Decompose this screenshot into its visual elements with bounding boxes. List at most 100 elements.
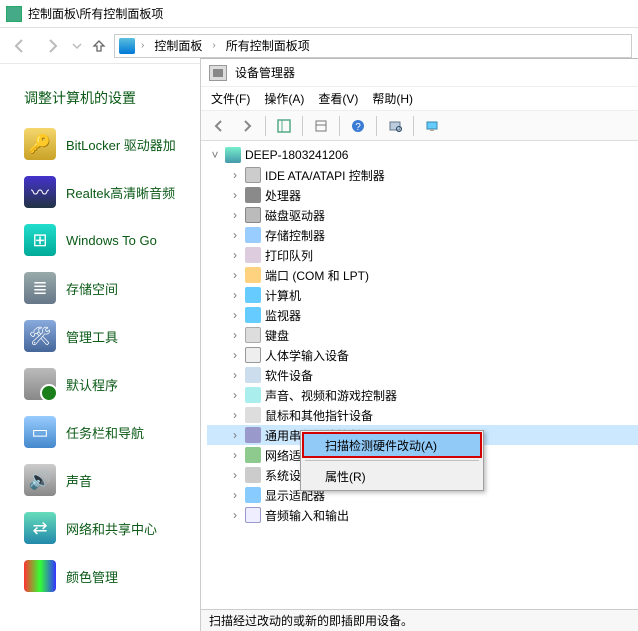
toolbar-back-icon[interactable] <box>207 115 231 137</box>
network-icon <box>245 447 261 463</box>
sound-icon: 🔊 <box>24 464 56 496</box>
tree-node-ports[interactable]: ›端口 (COM 和 LPT) <box>207 265 638 285</box>
toolbar-scan-icon[interactable] <box>383 115 407 137</box>
audio-io-icon <box>245 507 261 523</box>
menu-view[interactable]: 查看(V) <box>318 90 358 107</box>
sound-video-icon <box>245 387 261 403</box>
processor-icon <box>245 187 261 203</box>
tree-node-keyboards[interactable]: › 键盘 <box>207 325 638 345</box>
expand-icon[interactable]: › <box>229 428 241 442</box>
expand-icon[interactable]: › <box>229 328 241 342</box>
node-label: 键盘 <box>265 327 289 344</box>
ctx-scan-hardware[interactable]: 扫描检测硬件改动(A) <box>303 433 481 457</box>
devmgr-menu-bar: 文件(F) 操作(A) 查看(V) 帮助(H) <box>201 87 638 111</box>
menu-help[interactable]: 帮助(H) <box>372 90 413 107</box>
device-manager-window: 设备管理器 文件(F) 操作(A) 查看(V) 帮助(H) ? ˅ DEEP-1… <box>200 58 638 631</box>
menu-file[interactable]: 文件(F) <box>211 90 250 107</box>
tree-node-disk-drives[interactable]: ›磁盘驱动器 <box>207 205 638 225</box>
expand-icon[interactable]: › <box>229 448 241 462</box>
cp-item-realtek[interactable]: 〰Realtek高清晰音频 <box>0 168 200 216</box>
toolbar-show-hide-icon[interactable] <box>272 115 296 137</box>
storage-controller-icon <box>245 227 261 243</box>
cp-item-default-programs[interactable]: 默认程序 <box>0 360 200 408</box>
expand-icon[interactable]: › <box>229 248 241 262</box>
software-icon <box>245 367 261 383</box>
expand-icon[interactable]: › <box>229 188 241 202</box>
usb-icon <box>245 427 261 443</box>
ctx-item-label: 属性(R) <box>325 468 366 485</box>
expand-icon[interactable]: › <box>229 308 241 322</box>
computer-node-icon <box>245 287 261 303</box>
expand-icon[interactable]: › <box>229 468 241 482</box>
expand-icon[interactable]: › <box>229 508 241 522</box>
cp-item-windows-to-go[interactable]: ⊞ Windows To Go <box>0 216 200 264</box>
tree-node-computer[interactable]: ›计算机 <box>207 285 638 305</box>
tree-node-audio-io[interactable]: › 音频输入和输出 <box>207 505 638 525</box>
status-bar: 扫描经过改动的或新的即插即用设备。 <box>201 609 638 631</box>
devmgr-title-bar: 设备管理器 <box>201 59 638 87</box>
collapse-icon[interactable]: ˅ <box>209 148 221 162</box>
expand-icon[interactable]: › <box>229 268 241 282</box>
device-manager-icon <box>209 65 227 81</box>
address-bar[interactable]: › 控制面板 › 所有控制面板项 <box>114 34 632 58</box>
ctx-properties[interactable]: 属性(R) <box>303 464 481 488</box>
cp-item-admin-tools[interactable]: 🛠管理工具 <box>0 312 200 360</box>
cp-item-sound[interactable]: 🔊声音 <box>0 456 200 504</box>
cp-item-bitlocker[interactable]: 🔑BitLocker 驱动器加 <box>0 120 200 168</box>
tree-node-software-devices[interactable]: ›软件设备 <box>207 365 638 385</box>
cp-label: 默认程序 <box>66 375 118 394</box>
tree-node-ide-atapi[interactable]: › IDE ATA/ATAPI 控制器 <box>207 165 638 185</box>
recent-dropdown[interactable] <box>70 32 84 60</box>
device-tree[interactable]: ˅ DEEP-1803241206 › IDE ATA/ATAPI 控制器 ›处理… <box>201 141 638 609</box>
cp-item-network-sharing[interactable]: ⇄网络和共享中心 <box>0 504 200 552</box>
cp-item-storage-spaces[interactable]: ≣存储空间 <box>0 264 200 312</box>
expand-icon[interactable]: › <box>229 388 241 402</box>
context-menu: 扫描检测硬件改动(A) 属性(R) <box>300 430 484 491</box>
tree-node-sound-video-game[interactable]: ›声音、视频和游戏控制器 <box>207 385 638 405</box>
ctx-item-label: 扫描检测硬件改动(A) <box>325 437 437 454</box>
ide-icon <box>245 167 261 183</box>
control-panel-small-icon <box>119 38 135 54</box>
toolbar-separator <box>376 116 377 136</box>
expand-icon[interactable]: › <box>229 168 241 182</box>
title-bar: 控制面板\所有控制面板项 <box>0 0 638 28</box>
toolbar-view-icon[interactable] <box>420 115 444 137</box>
tree-node-print-queues[interactable]: ›打印队列 <box>207 245 638 265</box>
expand-icon[interactable]: › <box>229 348 241 362</box>
chevron-right-icon: › <box>212 40 215 51</box>
tree-node-processors[interactable]: ›处理器 <box>207 185 638 205</box>
ctx-separator <box>305 460 479 461</box>
menu-action[interactable]: 操作(A) <box>264 90 304 107</box>
tree-node-monitors[interactable]: › 监视器 <box>207 305 638 325</box>
devmgr-toolbar: ? <box>201 111 638 141</box>
tree-node-mice[interactable]: ›鼠标和其他指针设备 <box>207 405 638 425</box>
expand-icon[interactable]: › <box>229 368 241 382</box>
forward-button[interactable] <box>38 32 66 60</box>
expand-icon[interactable]: › <box>229 488 241 502</box>
breadcrumb-level2[interactable]: 所有控制面板项 <box>222 35 314 56</box>
expand-icon[interactable]: › <box>229 228 241 242</box>
cp-label: BitLocker 驱动器加 <box>66 135 176 154</box>
back-button[interactable] <box>6 32 34 60</box>
toolbar-forward-icon[interactable] <box>235 115 259 137</box>
windows-to-go-icon: ⊞ <box>24 224 56 256</box>
cp-item-color-mgmt[interactable]: 颜色管理 <box>0 552 200 600</box>
cp-item-taskbar-nav[interactable]: ▭任务栏和导航 <box>0 408 200 456</box>
node-label: 网络适 <box>265 447 301 464</box>
cp-label: Windows To Go <box>66 233 157 248</box>
tree-node-storage-controllers[interactable]: ›存储控制器 <box>207 225 638 245</box>
node-label: 音频输入和输出 <box>265 507 349 524</box>
expand-icon[interactable]: › <box>229 288 241 302</box>
node-label: 监视器 <box>265 307 301 324</box>
up-button[interactable] <box>88 35 110 57</box>
display-icon <box>245 487 261 503</box>
tree-root[interactable]: ˅ DEEP-1803241206 <box>207 145 638 165</box>
toolbar-properties-icon[interactable] <box>309 115 333 137</box>
node-label: IDE ATA/ATAPI 控制器 <box>265 167 385 184</box>
toolbar-help-icon[interactable]: ? <box>346 115 370 137</box>
cp-label: 颜色管理 <box>66 567 118 586</box>
expand-icon[interactable]: › <box>229 408 241 422</box>
breadcrumb-level1[interactable]: 控制面板 <box>150 35 206 56</box>
expand-icon[interactable]: › <box>229 208 241 222</box>
tree-node-hid[interactable]: ›人体学输入设备 <box>207 345 638 365</box>
